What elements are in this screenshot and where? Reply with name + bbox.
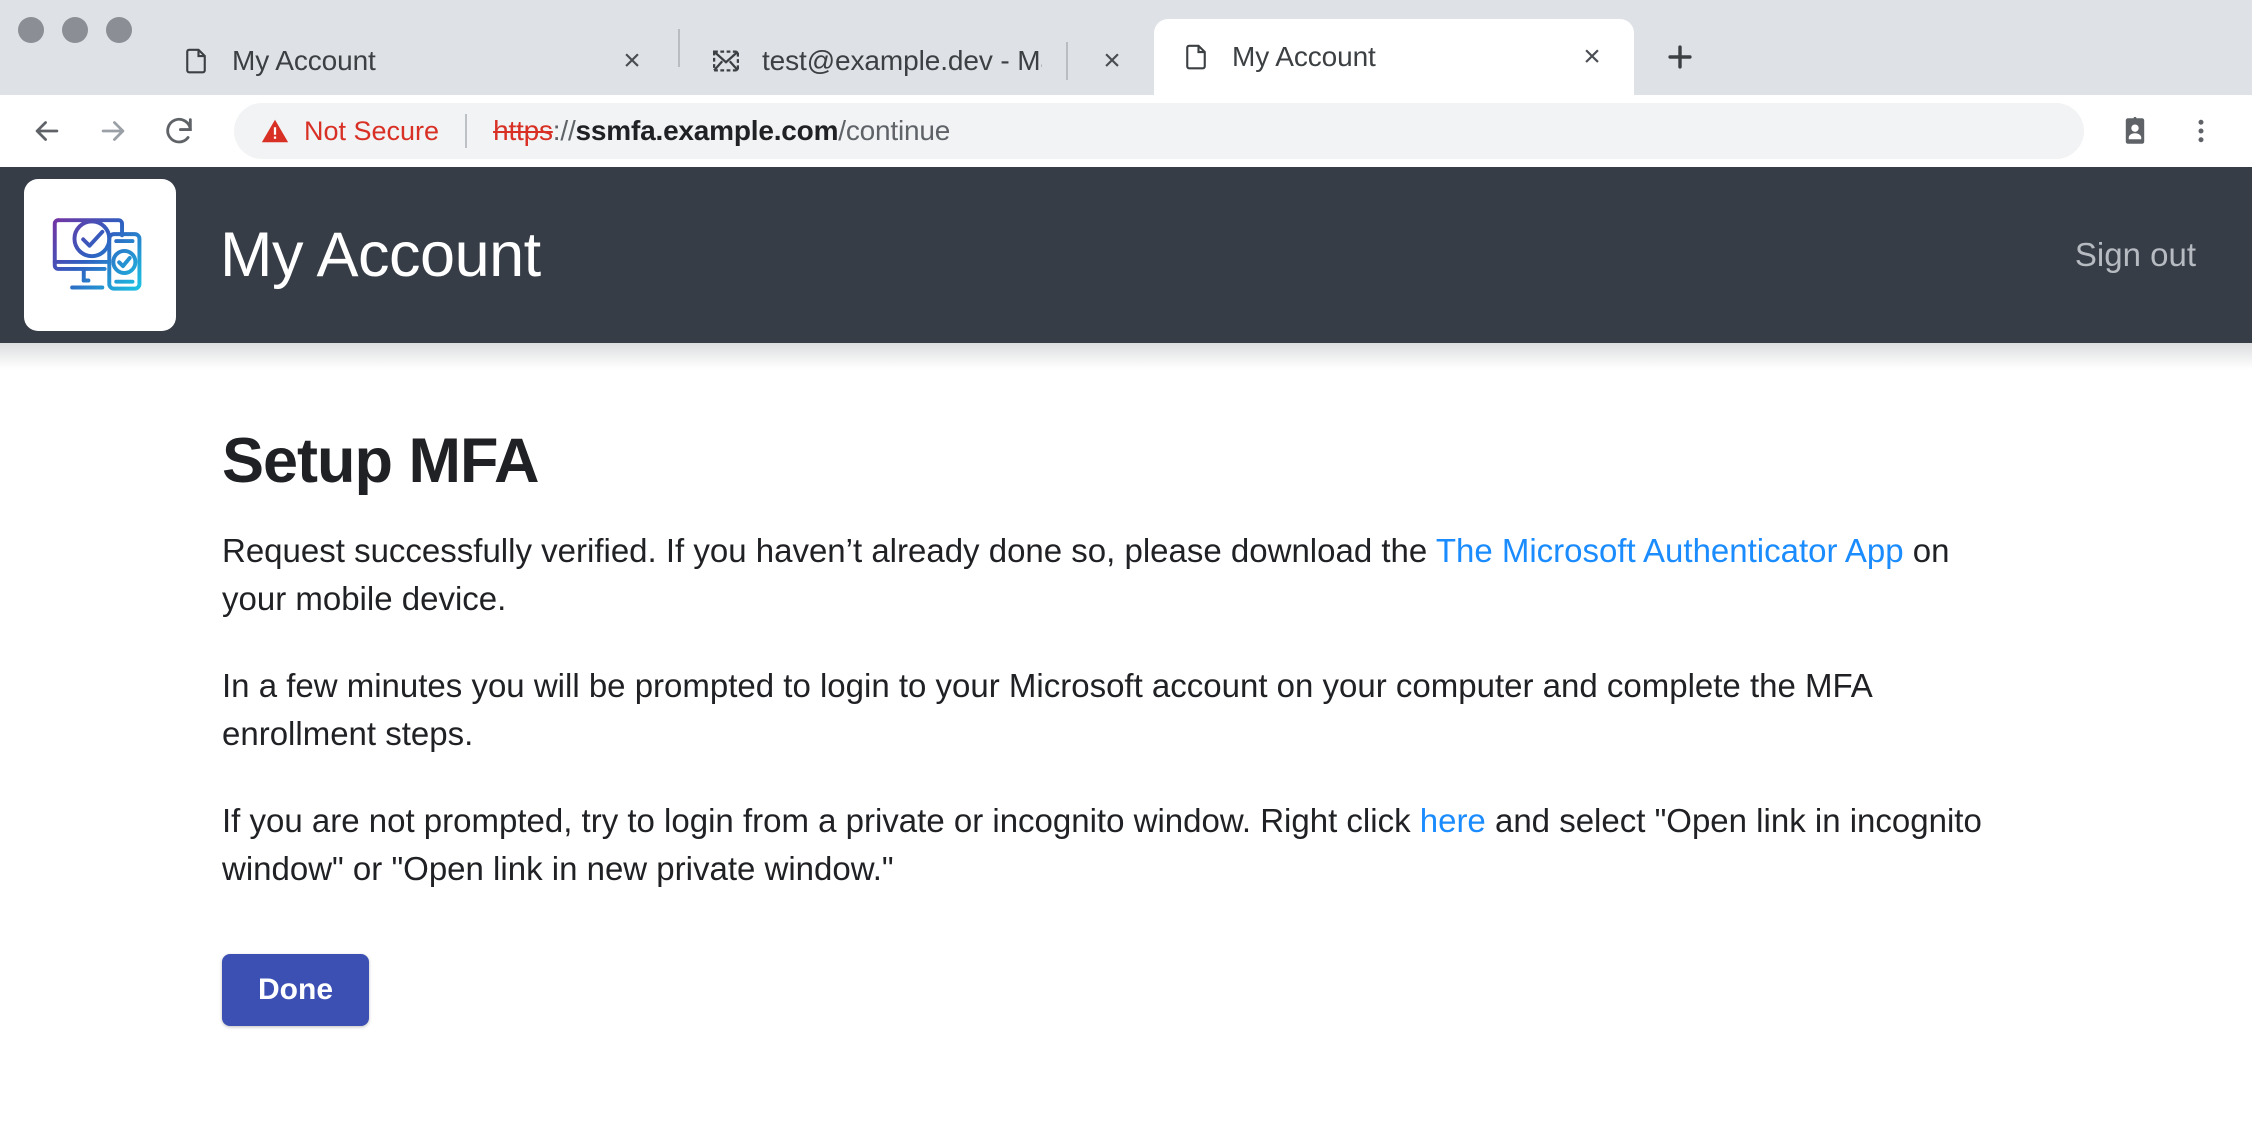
id-card-icon[interactable] [2106, 102, 2164, 160]
paragraph-2-text: In a few minutes you will be prompted to… [222, 667, 1871, 752]
paragraph-3: If you are not prompted, try to login fr… [222, 797, 2000, 892]
warning-triangle-icon[interactable] [260, 116, 290, 146]
tab-close-button[interactable]: × [612, 41, 652, 81]
reload-icon[interactable] [150, 102, 208, 160]
back-arrow-icon[interactable] [18, 102, 76, 160]
browser-tab-3-active[interactable]: My Account × [1154, 19, 1634, 95]
browser-toolbar: Not Secure https://ssmfa.example.com/con… [0, 95, 2252, 167]
header-shadow [0, 343, 2252, 369]
paragraph-2: In a few minutes you will be prompted to… [222, 662, 2000, 757]
browser-tab-2[interactable]: test@example.dev - MailBox - × [684, 27, 1154, 95]
site-title: My Account [220, 219, 541, 291]
new-tab-button[interactable] [1650, 27, 1710, 87]
url-scheme: https [493, 115, 553, 146]
url-text: https://ssmfa.example.com/continue [493, 115, 950, 147]
security-status-label: Not Secure [304, 116, 439, 147]
browser-tab-1[interactable]: My Account × [154, 27, 674, 95]
url-separator: :// [553, 115, 576, 146]
done-button[interactable]: Done [222, 954, 369, 1026]
tab-title: My Account [232, 45, 592, 77]
tab-strip: My Account × test@example.dev - MailBox … [0, 0, 2252, 95]
address-bar-divider [465, 114, 467, 148]
window-controls [18, 0, 154, 95]
main-content: Setup MFA Request successfully verified.… [0, 369, 2000, 1026]
authenticator-app-link[interactable]: The Microsoft Authenticator App [1436, 532, 1904, 569]
forward-arrow-icon[interactable] [84, 102, 142, 160]
sign-out-link[interactable]: Sign out [2075, 236, 2196, 274]
mail-icon [710, 45, 742, 77]
tab-title-divider [1066, 42, 1068, 80]
address-bar[interactable]: Not Secure https://ssmfa.example.com/con… [234, 103, 2084, 159]
here-link[interactable]: here [1420, 802, 1486, 839]
tab-close-button[interactable]: × [1572, 37, 1612, 77]
window-close-button[interactable] [18, 17, 44, 43]
tab-divider [678, 29, 680, 67]
page-icon [180, 45, 212, 77]
paragraph-1: Request successfully verified. If you ha… [222, 527, 2000, 622]
site-header: My Account Sign out [0, 167, 2252, 343]
url-host: ssmfa.example.com [576, 115, 839, 146]
tab-list: My Account × test@example.dev - MailBox … [154, 0, 1710, 95]
paragraph-1-text-before: Request successfully verified. If you ha… [222, 532, 1436, 569]
paragraph-3-text-before: If you are not prompted, try to login fr… [222, 802, 1420, 839]
page-icon [1180, 41, 1212, 73]
tab-title: My Account [1232, 41, 1552, 73]
browser-window: My Account × test@example.dev - MailBox … [0, 0, 2252, 1130]
tab-close-button[interactable]: × [1092, 41, 1132, 81]
device-verified-logo [24, 179, 176, 331]
kebab-menu-icon[interactable] [2172, 102, 2230, 160]
page-viewport: My Account Sign out Setup MFA Request su… [0, 167, 2252, 1130]
window-minimize-button[interactable] [62, 17, 88, 43]
page-title: Setup MFA [222, 425, 2000, 497]
tab-title: test@example.dev - MailBox - [762, 45, 1042, 77]
window-maximize-button[interactable] [106, 17, 132, 43]
url-path: /continue [838, 115, 950, 146]
